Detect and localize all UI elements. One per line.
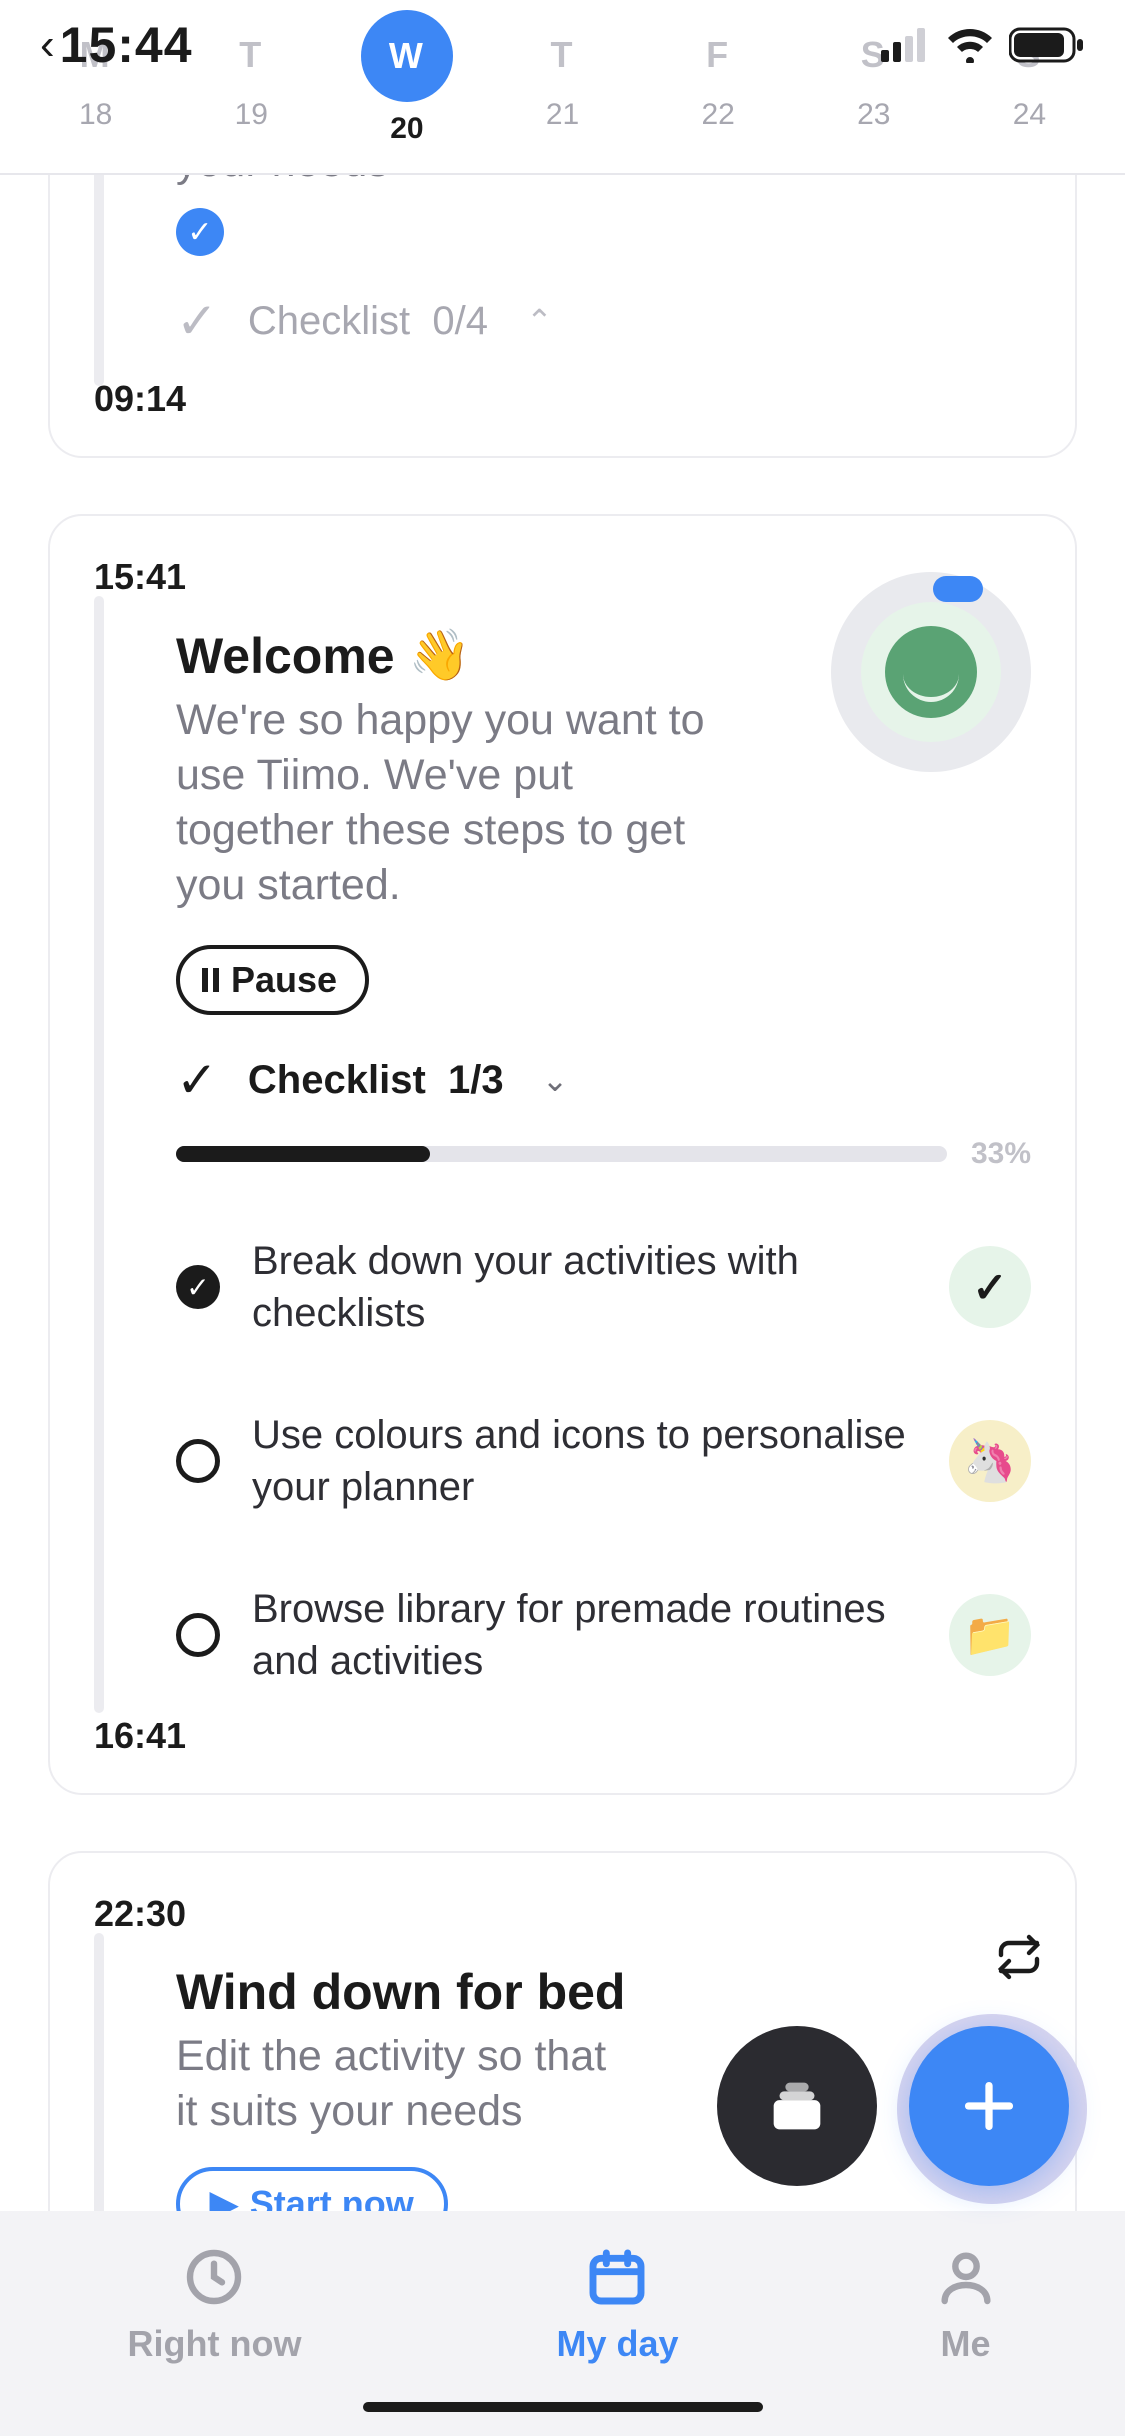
cellular-icon xyxy=(881,28,931,62)
card-desc: Edit the activity so that it suits your … xyxy=(176,2029,636,2139)
home-indicator[interactable] xyxy=(363,2402,763,2412)
tab-right-now[interactable]: Right now xyxy=(128,2245,302,2365)
progress-track xyxy=(176,1146,947,1162)
tab-my-day[interactable]: My day xyxy=(556,2245,678,2365)
done-badge-icon[interactable]: ✓ xyxy=(176,208,224,256)
item-check-icon: ✓ xyxy=(949,1246,1031,1328)
progress-percent: 33% xyxy=(971,1137,1031,1171)
battery-icon xyxy=(1009,27,1085,63)
progress-fill xyxy=(176,1146,430,1162)
timeline-scroll[interactable]: your needs ✓ ✓ Checklist 0/4 ⌃ 09:14 15:… xyxy=(0,175,1125,2211)
chevron-down-icon: ⌄ xyxy=(542,1061,569,1099)
card-partial[interactable]: your needs ✓ ✓ Checklist 0/4 ⌃ 09:14 xyxy=(48,175,1077,458)
wave-emoji-icon: 👋 xyxy=(409,626,471,685)
pause-button[interactable]: Pause xyxy=(176,945,369,1015)
calendar-icon xyxy=(585,2245,649,2309)
back-chevron-icon[interactable]: ‹ xyxy=(40,20,56,70)
checklist-item-2[interactable]: Use colours and icons to personalise you… xyxy=(176,1409,1031,1513)
library-fab[interactable] xyxy=(717,2026,877,2186)
card-end-time: 09:14 xyxy=(94,378,1031,420)
check-icon: ✓ xyxy=(176,292,218,350)
tab-me[interactable]: Me xyxy=(934,2245,998,2365)
status-bar: ‹ 15:44 xyxy=(0,0,1125,90)
progress-dot xyxy=(933,576,983,602)
card-end-time: 16:41 xyxy=(94,1715,1031,1757)
item-state-todo-icon[interactable] xyxy=(176,1439,220,1483)
vertical-bar xyxy=(94,175,104,386)
folder-icon: 📁 xyxy=(949,1594,1031,1676)
start-now-button[interactable]: ▶ Start now xyxy=(176,2167,448,2211)
card-welcome[interactable]: 15:41 Welcome👋 We're so happy you want t… xyxy=(48,514,1077,1795)
checklist-item-3[interactable]: Browse library for premade routines and … xyxy=(176,1583,1031,1687)
stack-icon xyxy=(762,2071,832,2141)
activity-avatar[interactable] xyxy=(831,572,1031,772)
item-state-done-icon[interactable]: ✓ xyxy=(176,1265,220,1309)
partial-desc: your needs xyxy=(176,175,716,190)
card-desc: We're so happy you want to use Tiimo. We… xyxy=(176,693,716,913)
status-time-group: ‹ 15:44 xyxy=(40,16,193,74)
vertical-bar xyxy=(94,596,104,1713)
checklist-toggle-partial[interactable]: ✓ Checklist 0/4 ⌃ xyxy=(176,292,1031,350)
plus-icon xyxy=(954,2071,1024,2141)
progress-row: 33% xyxy=(176,1137,1031,1171)
checklist-toggle[interactable]: ✓ Checklist 1/3 ⌄ xyxy=(176,1051,1031,1109)
card-start-time: 22:30 xyxy=(94,1893,1031,1935)
vertical-bar xyxy=(94,1933,104,2211)
item-state-todo-icon[interactable] xyxy=(176,1613,220,1657)
check-icon: ✓ xyxy=(176,1051,218,1109)
status-time: 15:44 xyxy=(60,16,193,74)
status-icons xyxy=(881,27,1085,63)
repeat-icon xyxy=(995,1933,1043,1986)
clock-icon xyxy=(182,2245,246,2309)
person-icon xyxy=(934,2245,998,2309)
play-icon: ▶ xyxy=(210,2183,238,2211)
card-title: Wind down for bed xyxy=(176,1963,1031,2021)
chevron-up-icon: ⌃ xyxy=(526,302,553,340)
unicorn-icon: 🦄 xyxy=(949,1420,1031,1502)
pause-icon xyxy=(202,968,219,992)
checklist-item-1[interactable]: ✓ Break down your activities with checkl… xyxy=(176,1235,1031,1339)
wifi-icon xyxy=(945,27,995,63)
fab-row xyxy=(717,2026,1069,2186)
add-fab[interactable] xyxy=(909,2026,1069,2186)
tab-bar: Right now My day Me xyxy=(0,2211,1125,2436)
